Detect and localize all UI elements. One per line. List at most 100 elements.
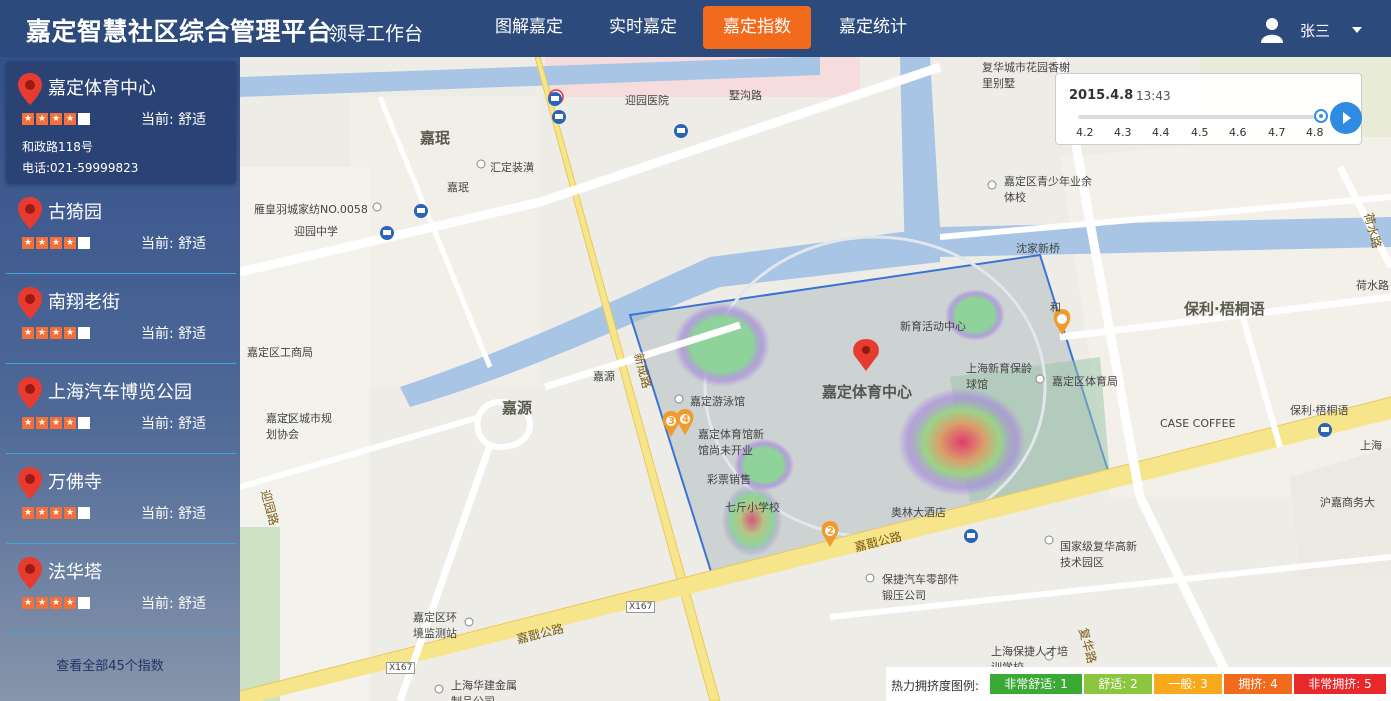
star-icon: ★ — [64, 417, 76, 429]
star-icon: ★ — [64, 237, 76, 249]
star-icon: ★ — [50, 327, 62, 339]
location-status: 当前: 舒适 — [141, 506, 207, 522]
poi-label: 嘉定区环境监测站 — [413, 611, 457, 640]
legend-item-very-crowded: 非常拥挤: 5 — [1294, 674, 1386, 694]
location-item[interactable]: 万佛寺 ★ ★ ★ ★ ★ 当前: 舒适 — [6, 455, 236, 541]
user-name: 张三 — [1300, 21, 1331, 40]
map-pin-icon — [18, 467, 42, 503]
star-icon: ★ — [36, 113, 48, 125]
location-name: 万佛寺 — [48, 472, 102, 493]
time-slider-handle[interactable] — [1314, 109, 1328, 123]
poi-label: 上海 — [1360, 439, 1382, 452]
poi-label: 嘉源 — [593, 370, 615, 383]
poi-label: 沪嘉商务大 — [1320, 496, 1375, 509]
star-icon: ★ — [22, 327, 34, 339]
star-icon: ★ — [22, 507, 34, 519]
time-slider-track[interactable] — [1078, 115, 1324, 119]
view-all-link[interactable]: 查看全部45个指数 — [0, 655, 220, 674]
slider-tick: 4.8 — [1306, 126, 1324, 139]
location-item[interactable]: 上海汽车博览公园 ★ ★ ★ ★ ★ 当前: 舒适 — [6, 365, 236, 451]
slider-tick: 4.7 — [1268, 126, 1286, 139]
tab-jiading-statistics[interactable]: 嘉定统计 — [824, 6, 922, 49]
poi-label: 上海新育保龄球馆 — [966, 362, 1032, 391]
poi-label: 汇定装潢 — [490, 161, 534, 174]
star-icon: ★ — [50, 237, 62, 249]
poi-label: CASE COFFEE — [1160, 417, 1236, 430]
poi-label: 嘉定区城市规划协会 — [266, 412, 332, 441]
play-button[interactable] — [1330, 102, 1362, 134]
location-status: 当前: 舒适 — [141, 112, 207, 128]
slider-tick: 4.4 — [1152, 126, 1170, 139]
marker-label[interactable]: 3 — [668, 416, 675, 427]
star-icon: ★ — [64, 113, 76, 125]
chevron-down-icon — [1352, 27, 1363, 33]
user-icon — [1260, 17, 1284, 43]
legend-item-crowded: 拥挤: 4 — [1224, 674, 1292, 694]
location-item[interactable]: 法华塔 ★ ★ ★ ★ ★ 当前: 舒适 — [6, 545, 236, 631]
location-name: 南翔老街 — [48, 292, 120, 313]
tab-jiading-index[interactable]: 嘉定指数 — [703, 6, 811, 49]
user-menu[interactable]: 张三 — [1260, 16, 1363, 44]
star-empty-icon: ★ — [78, 113, 90, 125]
tab-realtime-jiading[interactable]: 实时嘉定 — [594, 6, 692, 49]
star-icon: ★ — [22, 597, 34, 609]
map-pin-icon — [18, 377, 42, 413]
tab-illustrated-jiading[interactable]: 图解嘉定 — [480, 6, 578, 49]
poi-label: 嘉珉 — [447, 181, 469, 194]
time-clock: 13:43 — [1136, 89, 1171, 103]
star-icon: ★ — [64, 507, 76, 519]
app-title: 嘉定智慧社区综合管理平台 — [26, 17, 333, 46]
poi-label: 彩票销售 — [707, 473, 751, 486]
star-icon: ★ — [36, 597, 48, 609]
divider — [6, 633, 236, 634]
star-empty-icon: ★ — [78, 417, 90, 429]
poi-label: 墅沟路 — [729, 89, 762, 102]
legend-item-comfortable: 舒适: 2 — [1084, 674, 1152, 694]
poi-label: 保捷汽车零部件锻压公司 — [882, 573, 959, 602]
poi-label: 迎园医院 — [625, 94, 669, 107]
location-address: 和政路118号 — [22, 140, 93, 154]
rating-stars: ★ ★ ★ ★ ★ — [22, 597, 90, 609]
location-phone: 电话:021-59999823 — [22, 161, 139, 175]
star-empty-icon: ★ — [78, 597, 90, 609]
legend-title: 热力拥挤度图例: — [891, 679, 980, 693]
app-subtitle: 领导工作台 — [328, 23, 424, 45]
rating-stars: ★ ★ ★ ★ ★ — [22, 113, 90, 125]
star-empty-icon: ★ — [78, 237, 90, 249]
top-header: 嘉定智慧社区综合管理平台 领导工作台 图解嘉定 实时嘉定 嘉定指数 嘉定统计 张… — [0, 0, 1391, 57]
divider — [6, 273, 236, 274]
road-shield: X167 — [626, 601, 656, 613]
poi-label: 沈家新桥 — [1016, 242, 1060, 255]
road-shield: X167 — [386, 662, 416, 674]
poi-label: 保利·梧桐语 — [1290, 404, 1349, 417]
location-item[interactable]: 南翔老街 ★ ★ ★ ★ ★ 当前: 舒适 — [6, 275, 236, 361]
poi-label: 奥林大酒店 — [891, 506, 946, 519]
location-item[interactable]: 古猗园 ★ ★ ★ ★ ★ 当前: 舒适 — [6, 185, 236, 271]
map-view[interactable]: 嘉珉 嘉源 保利·梧桐语 嘉定体育中心 迎园医院 墅沟路 汇定装潢 嘉珉 雁皇羽… — [240, 57, 1391, 701]
star-empty-icon: ★ — [78, 327, 90, 339]
slider-tick: 4.2 — [1076, 126, 1094, 139]
location-item[interactable]: 嘉定体育中心 ★ ★ ★ ★ ★ 当前: 舒适 和政路118号 电话:021-59999… — [6, 61, 236, 183]
location-name: 古猗园 — [48, 202, 102, 223]
legend-item-very-comfortable: 非常舒适: 1 — [990, 674, 1082, 694]
marker-label[interactable]: 4 — [682, 414, 689, 425]
rating-stars: ★ ★ ★ ★ ★ — [22, 417, 90, 429]
location-sidebar: 嘉定体育中心 ★ ★ ★ ★ ★ 当前: 舒适 和政路118号 电话:021-59999… — [0, 57, 240, 701]
map-pin-icon — [18, 287, 42, 323]
poi-label: 迎园中学 — [294, 225, 338, 238]
marker-label[interactable]: 2 — [827, 526, 834, 537]
heat-legend: 热力拥挤度图例: 非常舒适: 1 舒适: 2 一般: 3 拥挤: 4 非常拥挤:… — [886, 667, 1391, 701]
marker-label[interactable]: 1 — [1058, 314, 1065, 325]
slider-tick: 4.5 — [1191, 126, 1209, 139]
map-canvas — [240, 57, 1391, 701]
star-icon: ★ — [36, 237, 48, 249]
poi-label: 荷水路 — [1356, 279, 1389, 292]
poi-label: 嘉定区青少年业余体校 — [1004, 175, 1092, 204]
star-icon: ★ — [50, 597, 62, 609]
star-icon: ★ — [36, 327, 48, 339]
poi-label: 新育活动中心 — [900, 320, 966, 333]
divider — [6, 543, 236, 544]
map-center-label: 嘉定体育中心 — [822, 383, 913, 401]
legend-item-normal: 一般: 3 — [1154, 674, 1222, 694]
star-empty-icon: ★ — [78, 507, 90, 519]
